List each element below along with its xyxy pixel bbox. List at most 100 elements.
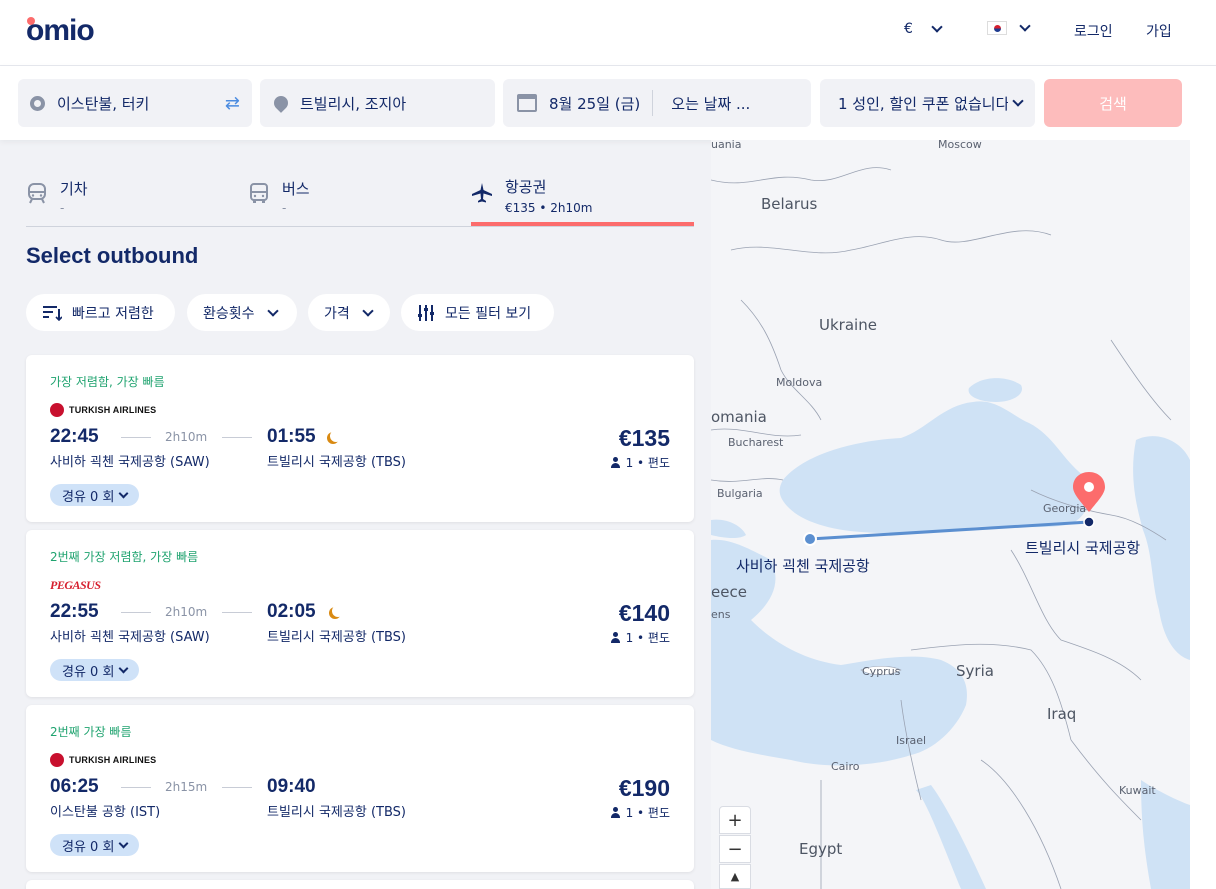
passengers-value: 1 성인, 할인 쿠폰 없습니다 bbox=[838, 94, 1008, 113]
transfers-filter-button[interactable]: 환승횟수 bbox=[187, 294, 297, 331]
stops-label: 경유 0 회 bbox=[62, 839, 115, 855]
depart-date[interactable]: 8월 25일 (금) bbox=[549, 93, 640, 114]
person-icon bbox=[610, 457, 621, 468]
destination-field[interactable]: 트빌리시, 조지아 bbox=[260, 79, 495, 127]
return-date[interactable]: 오는 날짜 ... bbox=[671, 93, 750, 114]
price-filter-label: 가격 bbox=[324, 305, 350, 322]
flight-duration: 2h15m bbox=[165, 780, 208, 794]
tab-flights[interactable]: 항공권 €135 • 2h10m bbox=[471, 160, 694, 227]
compass-button[interactable]: ▲ bbox=[719, 864, 751, 889]
destination-value: 트빌리시, 조지아 bbox=[300, 94, 407, 113]
result-card[interactable]: 2번째 가장 저렴함, 가장 빠름 PEGASUS 22:55 2h10m 02… bbox=[26, 530, 694, 697]
tab-train[interactable]: 기차 - bbox=[26, 160, 226, 227]
result-card[interactable]: 가장 저렴함, 가장 빠름 TURKISH AIRLINES 22:45 2h1… bbox=[26, 355, 694, 522]
result-card[interactable]: 2번째 가장 빠름 TURKISH AIRLINES 06:25 2h15m 0… bbox=[26, 705, 694, 872]
signup-link[interactable]: 가입 bbox=[1146, 21, 1172, 41]
person-icon bbox=[610, 632, 621, 643]
sort-filter-button[interactable]: 빠르고 저렴한 bbox=[26, 294, 175, 331]
duration-line bbox=[121, 437, 151, 438]
person-icon bbox=[610, 807, 621, 818]
tab-bus-sub: - bbox=[282, 201, 287, 215]
arrival-time: 09:40 bbox=[267, 776, 316, 797]
all-filters-button[interactable]: 모든 필터 보기 bbox=[401, 294, 554, 331]
map-label-kuwait: Kuwait bbox=[1119, 784, 1156, 797]
login-link[interactable]: 로그인 bbox=[1074, 21, 1113, 41]
flight-duration: 2h10m bbox=[165, 430, 208, 444]
map-destination-label: 트빌리시 국제공항 bbox=[1025, 539, 1141, 557]
active-tab-underline bbox=[471, 222, 694, 226]
map-label-moscow: Moscow bbox=[938, 140, 982, 151]
map-right-margin bbox=[1190, 140, 1216, 889]
page-title: Select outbound bbox=[26, 243, 199, 268]
all-filters-label: 모든 필터 보기 bbox=[445, 305, 532, 322]
language-selector[interactable] bbox=[987, 20, 1031, 35]
location-pin-icon bbox=[271, 93, 291, 113]
arrival-airport: 트빌리시 국제공항 (TBS) bbox=[267, 630, 406, 645]
turkish-airlines-logo-icon bbox=[50, 753, 64, 767]
calendar-icon bbox=[517, 94, 537, 112]
tab-bus-label: 버스 bbox=[282, 180, 310, 198]
airline-logo: TURKISH AIRLINES bbox=[50, 403, 156, 417]
transport-tabs: 기차 - 버스 - 항공권 €135 • 2h10m bbox=[26, 160, 694, 227]
departure-time: 22:55 bbox=[50, 601, 99, 622]
currency-label: € bbox=[904, 21, 913, 37]
currency-selector[interactable]: € bbox=[904, 21, 943, 37]
result-card[interactable] bbox=[26, 880, 694, 889]
origin-value: 이스탄불, 터키 bbox=[57, 94, 150, 113]
airline-name: TURKISH AIRLINES bbox=[69, 755, 157, 765]
arrival-time: 02:05 bbox=[267, 601, 316, 622]
chevron-down-icon bbox=[362, 304, 374, 317]
passenger-text: 1 • 편도 bbox=[625, 631, 670, 645]
search-bar: 이스탄불, 터키 ⇄ 트빌리시, 조지아 8월 25일 (금) 오는 날짜 ..… bbox=[0, 66, 1216, 140]
duration-line bbox=[222, 437, 252, 438]
sort-filter-label: 빠르고 저렴한 bbox=[72, 305, 154, 322]
map-label-ukraine: Ukraine bbox=[819, 316, 877, 334]
origin-field[interactable]: 이스탄불, 터키 ⇄ bbox=[18, 79, 252, 127]
price-filter-button[interactable]: 가격 bbox=[308, 294, 390, 331]
passengers-field[interactable]: 1 성인, 할인 쿠폰 없습니다 bbox=[820, 79, 1035, 127]
map-label-athens: ens bbox=[711, 608, 731, 621]
omio-logo[interactable]: omio bbox=[26, 14, 95, 48]
pegasus-logo: PEGASUS bbox=[50, 577, 101, 592]
stops-label: 경유 0 회 bbox=[62, 489, 115, 505]
moon-icon bbox=[332, 605, 344, 617]
map-label-romania: omania bbox=[711, 408, 767, 426]
result-price: €190 bbox=[618, 775, 670, 801]
departure-airport: 이스탄불 공항 (IST) bbox=[50, 805, 161, 820]
zoom-in-button[interactable]: + bbox=[719, 806, 751, 834]
passenger-text: 1 • 편도 bbox=[625, 806, 670, 820]
stops-toggle[interactable]: 경유 0 회 bbox=[50, 659, 140, 681]
arrival-airport: 트빌리시 국제공항 (TBS) bbox=[267, 805, 406, 820]
swap-icon[interactable]: ⇄ bbox=[225, 93, 240, 114]
chevron-down-icon bbox=[118, 663, 129, 673]
map-label-egypt: Egypt bbox=[799, 840, 843, 858]
top-header: omio € 로그인 가입 bbox=[0, 0, 1216, 66]
stops-toggle[interactable]: 경유 0 회 bbox=[50, 484, 140, 506]
chevron-down-icon bbox=[1012, 95, 1024, 107]
route-map[interactable]: uania Moscow Belarus Ukraine Moldova oma… bbox=[711, 140, 1190, 889]
airline-logo: TURKISH AIRLINES bbox=[50, 753, 156, 767]
stops-toggle[interactable]: 경유 0 회 bbox=[50, 834, 140, 856]
train-icon bbox=[28, 183, 46, 204]
map-label-cairo: Cairo bbox=[831, 760, 860, 773]
tab-train-label: 기차 bbox=[60, 180, 88, 198]
tab-flights-sub: €135 • 2h10m bbox=[505, 201, 593, 215]
arrival-airport: 트빌리시 국제공항 (TBS) bbox=[267, 455, 406, 470]
tab-train-sub: - bbox=[60, 201, 65, 215]
duration-line bbox=[121, 612, 151, 613]
result-price: €140 bbox=[618, 600, 670, 626]
map-label-bucharest: Bucharest bbox=[728, 436, 784, 449]
tab-bus[interactable]: 버스 - bbox=[248, 160, 448, 227]
result-badge: 2번째 가장 빠름 bbox=[50, 725, 132, 739]
map-label-bulgaria: Bulgaria bbox=[717, 487, 763, 500]
airline-name: TURKISH AIRLINES bbox=[69, 405, 157, 415]
chevron-down-icon bbox=[931, 21, 943, 33]
search-button[interactable]: 검색 bbox=[1044, 79, 1182, 127]
korea-flag-icon bbox=[987, 21, 1007, 35]
sort-icon bbox=[43, 305, 62, 321]
chevron-down-icon bbox=[1019, 20, 1031, 32]
zoom-out-button[interactable]: − bbox=[719, 835, 751, 863]
map-label-greece: eece bbox=[711, 583, 747, 601]
passenger-info: 1 • 편도 bbox=[610, 629, 670, 646]
date-field[interactable]: 8월 25일 (금) 오는 날짜 ... bbox=[503, 79, 811, 127]
